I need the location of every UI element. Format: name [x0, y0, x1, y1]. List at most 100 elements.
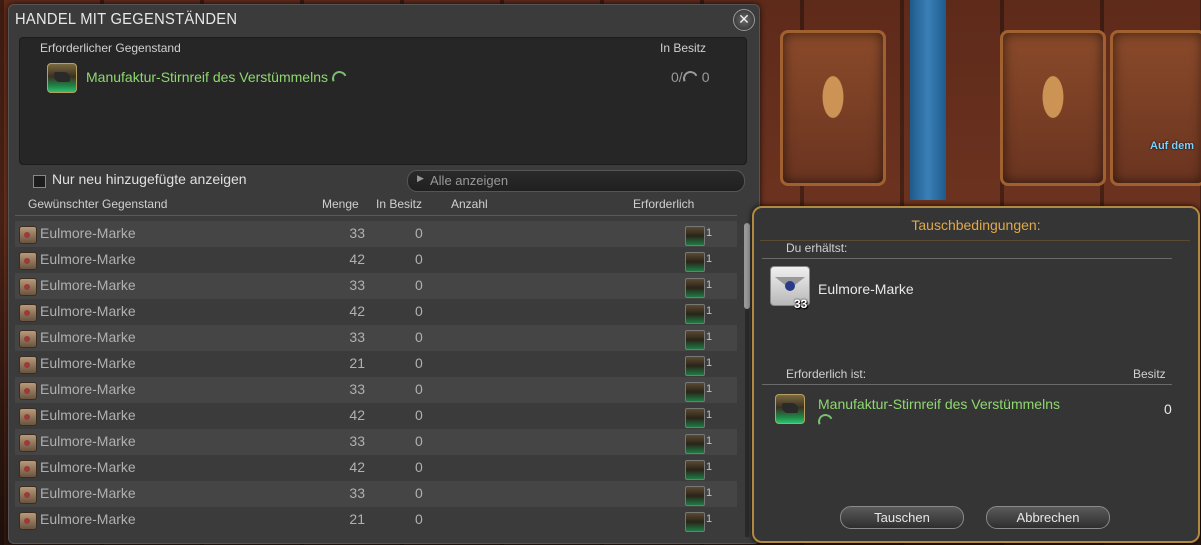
header-divider — [15, 215, 737, 216]
item-quantity: 42 — [349, 459, 365, 475]
required-count: 1 — [706, 279, 713, 291]
item-quantity: 33 — [349, 277, 365, 293]
item-name: Eulmore-Marke — [40, 459, 136, 475]
required-count: 1 — [706, 227, 713, 239]
required-count: 1 — [706, 253, 713, 265]
new-items-checkbox-label[interactable]: Nur neu hinzugefügte anzeigen — [52, 171, 247, 187]
item-owned: 0 — [415, 407, 423, 423]
token-icon — [19, 278, 37, 296]
list-item[interactable]: Eulmore-Marke 33 0 1 — [15, 481, 737, 507]
item-name: Eulmore-Marke — [40, 407, 136, 423]
category-dropdown[interactable]: ▶ Alle anzeigen — [407, 170, 745, 192]
list-item[interactable]: Eulmore-Marke 42 0 1 — [15, 299, 737, 325]
item-name: Eulmore-Marke — [40, 355, 136, 371]
token-icon — [19, 408, 37, 426]
shop-window: HANDEL MIT GEGENSTÄNDEN ✕ Erforderlicher… — [8, 4, 760, 544]
token-icon — [19, 252, 37, 270]
owned-value: 0 — [701, 69, 710, 85]
required-gear-icon — [685, 330, 705, 350]
owned-prefix: 0/ — [671, 69, 683, 85]
column-menge: Menge — [322, 197, 359, 211]
item-name: Eulmore-Marke — [40, 511, 136, 527]
circlet-item-icon[interactable] — [775, 394, 805, 424]
item-owned: 0 — [415, 303, 423, 319]
list-item[interactable]: Eulmore-Marke 33 0 1 — [15, 221, 737, 247]
required-count: 1 — [706, 305, 713, 317]
background-wall-panel — [1000, 30, 1106, 186]
required-gear-icon — [685, 278, 705, 298]
list-item[interactable]: Eulmore-Marke 21 0 1 — [15, 351, 737, 377]
collectable-swirl-icon — [815, 411, 836, 431]
collectable-swirl-icon — [329, 68, 350, 88]
required-item-name-wrap[interactable]: Manufaktur-Stirnreif des Verstümmelns — [86, 68, 350, 88]
column-erforderlich: Erforderlich — [633, 197, 695, 211]
item-owned: 0 — [415, 355, 423, 371]
background-wall-panel — [1110, 30, 1201, 186]
column-item: Gewünschter Gegenstand — [28, 197, 168, 211]
required-owned-count: 0/0 — [671, 68, 710, 88]
item-name: Eulmore-Marke — [40, 277, 136, 293]
list-item[interactable]: Eulmore-Marke 42 0 1 — [15, 403, 737, 429]
item-owned: 0 — [415, 277, 423, 293]
window-title: HANDEL MIT GEGENSTÄNDEN — [15, 11, 238, 28]
required-gear-icon — [685, 486, 705, 506]
item-owned: 0 — [415, 225, 423, 241]
token-icon — [19, 486, 37, 504]
item-quantity: 42 — [349, 303, 365, 319]
required-item-wrap[interactable]: Manufaktur-Stirnreif des Verstümmelns — [815, 396, 1108, 431]
token-icon — [19, 356, 37, 374]
item-owned: 0 — [415, 485, 423, 501]
required-divider — [762, 384, 1172, 385]
required-count: 1 — [706, 487, 713, 499]
token-icon — [19, 434, 37, 452]
item-owned: 0 — [415, 381, 423, 397]
owned-label: Besitz — [1133, 367, 1166, 381]
list-item[interactable]: Eulmore-Marke 33 0 1 — [15, 273, 737, 299]
dialog-required-item-name: Manufaktur-Stirnreif des Verstümmelns — [818, 396, 1060, 412]
item-name: Eulmore-Marke — [40, 485, 136, 501]
scrollbar-thumb[interactable] — [744, 223, 750, 309]
required-gear-icon — [685, 434, 705, 454]
list-item[interactable]: Eulmore-Marke 33 0 1 — [15, 377, 737, 403]
category-dropdown-value: Alle anzeigen — [430, 173, 509, 188]
list-item[interactable]: Eulmore-Marke 42 0 1 — [15, 455, 737, 481]
list-item[interactable]: Eulmore-Marke 33 0 1 — [15, 325, 737, 351]
list-item[interactable]: Eulmore-Marke 21 0 1 — [15, 507, 737, 533]
item-quantity: 33 — [349, 225, 365, 241]
exchange-dialog: Tauschbedingungen: Du erhältst: 33 Eulmo… — [752, 206, 1200, 543]
token-icon — [19, 382, 37, 400]
cancel-button[interactable]: Abbrechen — [986, 506, 1110, 529]
item-quantity: 33 — [349, 433, 365, 449]
background-nameplate: Auf dem — [1150, 140, 1194, 152]
background-wall-panel — [780, 30, 886, 186]
item-owned: 0 — [415, 459, 423, 475]
required-item-panel: Erforderlicher Gegenstand In Besitz Manu… — [19, 37, 747, 165]
list-item[interactable]: Eulmore-Marke 42 0 1 — [15, 247, 737, 273]
required-gear-icon — [685, 356, 705, 376]
list-item[interactable]: Eulmore-Marke 33 0 1 — [15, 429, 737, 455]
required-count: 1 — [706, 461, 713, 473]
chevron-right-icon: ▶ — [417, 174, 424, 184]
required-label: Erforderlich ist: — [786, 367, 867, 381]
circlet-item-icon[interactable] — [47, 63, 77, 93]
required-item-name: Manufaktur-Stirnreif des Verstümmelns — [86, 69, 328, 85]
item-name: Eulmore-Marke — [40, 433, 136, 449]
item-name: Eulmore-Marke — [40, 225, 136, 241]
required-count: 1 — [706, 435, 713, 447]
item-owned: 0 — [415, 511, 423, 527]
token-icon — [19, 226, 37, 244]
item-name: Eulmore-Marke — [40, 381, 136, 397]
item-name: Eulmore-Marke — [40, 251, 136, 267]
dialog-title: Tauschbedingungen: — [911, 217, 1041, 233]
close-icon[interactable]: ✕ — [733, 9, 755, 31]
new-items-checkbox[interactable] — [33, 175, 46, 188]
required-gear-icon — [685, 408, 705, 428]
required-gear-icon — [685, 460, 705, 480]
token-icon — [19, 460, 37, 478]
token-icon — [19, 330, 37, 348]
collectable-swirl-icon — [680, 68, 700, 88]
item-owned: 0 — [415, 251, 423, 267]
background-pillar — [910, 0, 946, 200]
exchange-button[interactable]: Tauschen — [840, 506, 964, 529]
required-gear-icon — [685, 252, 705, 272]
